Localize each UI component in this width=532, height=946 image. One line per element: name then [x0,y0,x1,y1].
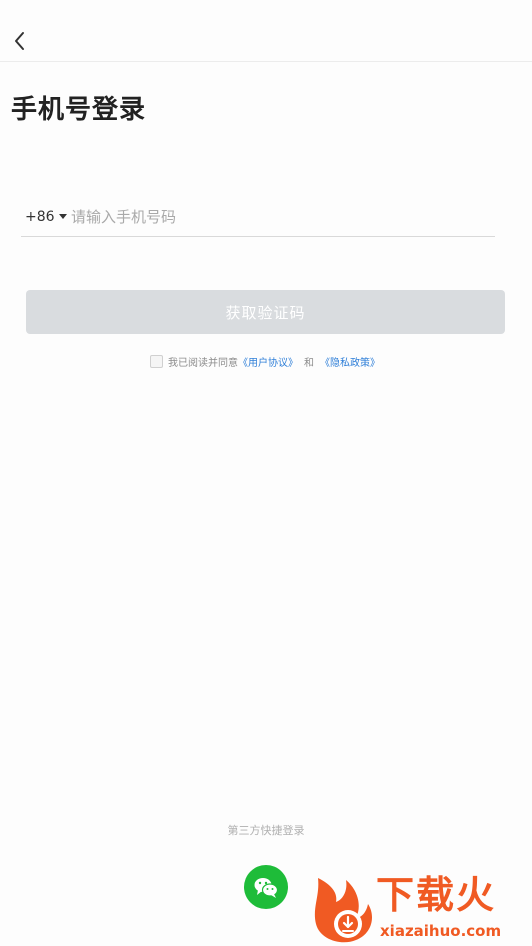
flame-logo-icon [314,878,372,943]
third-party-login-label: 第三方快捷登录 [227,824,305,837]
watermark-brand: 下载火 [376,873,497,917]
country-code-selector[interactable]: +86 [25,207,67,227]
back-button[interactable] [8,28,32,54]
agreement-checkbox[interactable] [150,354,163,368]
chevron-left-icon [15,32,24,50]
phone-input-row: +86 [21,199,495,237]
watermark-url: xiazaihuo.com [380,922,502,940]
get-verification-code-button[interactable]: 获取验证码 [26,290,505,334]
country-code-label: +86 [25,209,55,225]
user-agreement-link[interactable]: 《用户协议》 [238,354,298,369]
wechat-icon [254,878,279,898]
page-title: 手机号登录 [11,95,147,125]
privacy-policy-link[interactable]: 《隐私政策》 [320,354,380,369]
watermark-logo: 下载火 xiazaihuo.com [310,868,532,946]
top-bar [0,0,532,62]
agreement-and: 和 [304,357,314,369]
caret-down-icon [58,213,67,219]
phone-number-input[interactable] [71,203,481,231]
agreement-prefix: 我已阅读并同意 [168,357,238,369]
wechat-login-button[interactable] [244,865,288,909]
agreement-row: 我已阅读并同意 《用户协议》 和 《隐私政策》 [150,353,380,369]
